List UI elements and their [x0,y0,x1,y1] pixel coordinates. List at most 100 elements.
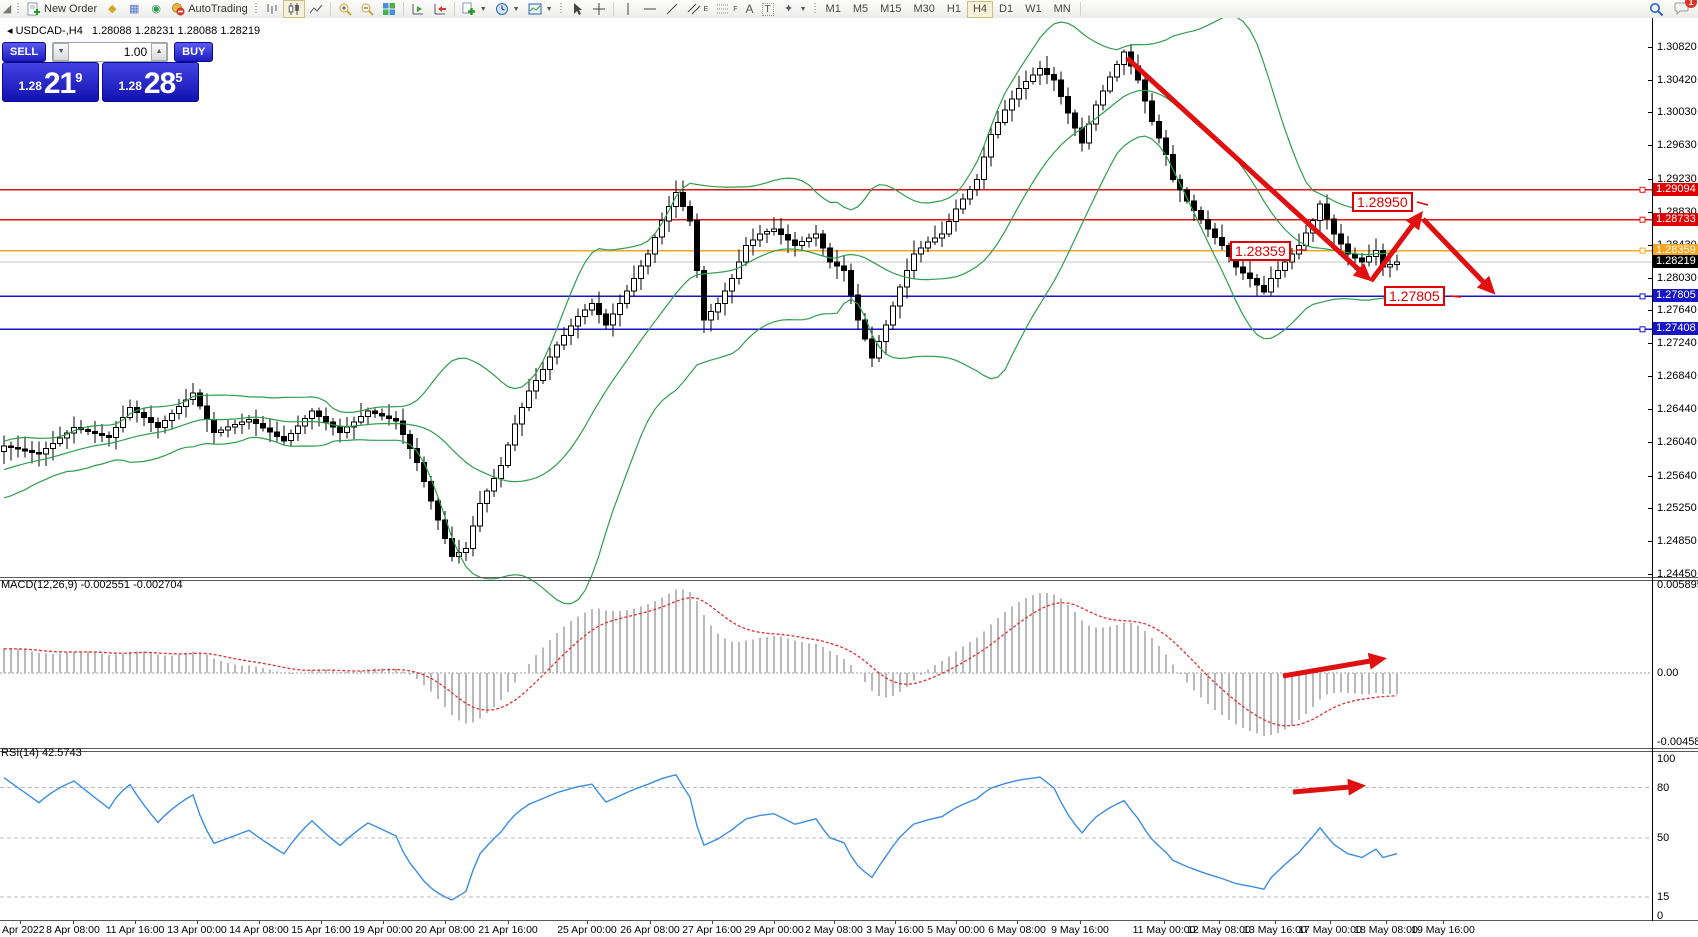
search-icon[interactable] [1649,2,1664,17]
price-level-badge: 1.27805 [1653,289,1698,302]
channel-icon [687,2,701,16]
time-axis-label: 29 Apr 00:00 [744,924,804,936]
chart-shift-button[interactable] [429,0,451,18]
cursor-tool-button[interactable] [566,0,588,18]
volume-down-button[interactable]: ▼ [53,43,69,61]
price-label-annotation[interactable]: 1.28359 [1230,241,1291,261]
crosshair-tool-button[interactable] [588,0,610,18]
channel-tool[interactable]: E [683,0,713,18]
timeframe-h1[interactable]: H1 [941,1,967,18]
market-button[interactable]: ◆ [101,0,123,18]
buy-price-big: 28 [144,69,175,99]
new-order-button[interactable]: New Order [23,0,101,18]
line-chart-button[interactable] [305,0,327,18]
panel-splitter[interactable] [0,577,1698,578]
price-axis-line [1652,18,1653,937]
sell-price-box[interactable]: 1.28 21 9 [2,62,99,102]
indicators-icon [462,2,476,16]
arrows-tool[interactable]: ✦▼ [778,0,811,18]
time-axis-label: Apr 2022 [2,924,45,936]
gold-ingot-icon: ◆ [105,2,119,16]
price-label-annotation[interactable]: 1.28950 [1352,192,1413,212]
time-axis-label: 8 Apr 08:00 [46,924,100,936]
time-axis-label: 6 May 08:00 [988,924,1046,936]
toolbar-grip [16,3,21,15]
timeframe-h4[interactable]: H4 [967,1,993,18]
fibonacci-tool[interactable]: F [712,0,741,18]
auto-scroll-button[interactable] [407,0,429,18]
fibonacci-tool-label: F [733,6,737,13]
dropdown-caret: ▼ [480,6,487,13]
buy-price-box[interactable]: 1.28 28 5 [102,62,199,102]
time-axis-label: 2 May 08:00 [805,924,863,936]
metaeditor-button[interactable]: ▦ [123,0,145,18]
timeframe-m30[interactable]: M30 [908,1,941,18]
price-level-badge: 1.28219 [1653,255,1698,268]
sell-button[interactable]: SELL [2,42,46,62]
price-tick-label: 1.24850 [1657,535,1697,547]
volume-spinner: ▼ 1.00 ▲ [52,42,168,62]
time-axis-label: 5 May 00:00 [927,924,985,936]
macd-axis-zero: 0.00 [1657,667,1678,679]
autotrading-button[interactable]: AutoTrading [167,0,252,18]
radar-icon: ◉ [149,2,163,16]
price-tick [1648,112,1652,113]
price-tick [1648,442,1652,443]
time-axis[interactable]: Apr 20228 Apr 08:0011 Apr 16:0013 Apr 00… [0,921,1698,937]
timeframe-d1[interactable]: D1 [993,1,1019,18]
arrows-icon: ✦ [782,2,796,16]
price-tick-label: 1.30030 [1657,106,1697,118]
price-level-badge: 1.28733 [1653,213,1698,226]
chart-ohlc-header: ◂ USDCAD-,H4 1.28088 1.28231 1.28088 1.2… [7,24,260,37]
chart-canvas[interactable] [0,18,1698,937]
horizontal-line-tool[interactable] [639,0,661,18]
macd-label: MACD(12,26,9) -0.002551 -0.002704 [1,579,183,591]
rsi-label: RSI(14) 42.5743 [1,747,82,759]
bar-chart-icon [265,2,279,16]
clock-icon [495,2,509,16]
notifications-button[interactable]: 1 [1674,1,1690,18]
periods-button[interactable]: ▼ [491,0,524,18]
timeframe-m1[interactable]: M1 [820,1,847,18]
timeframe-w1[interactable]: W1 [1019,1,1048,18]
toolbar-grip [254,3,259,15]
zoom-in-button[interactable] [334,0,356,18]
templates-button[interactable]: ▼ [524,0,557,18]
timeframe-mn[interactable]: MN [1048,1,1077,18]
price-label-annotation[interactable]: 1.27805 [1384,286,1445,306]
line-chart-icon [309,2,323,16]
toolbar-separator [330,2,331,16]
volume-value[interactable]: 1.00 [69,45,151,59]
price-tick-label: 1.26040 [1657,436,1697,448]
tile-windows-button[interactable] [378,0,400,18]
buy-price-sup: 5 [175,70,182,85]
volume-up-button[interactable]: ▲ [151,43,167,61]
text-label-tool[interactable]: T [758,0,778,18]
sell-price-big: 21 [44,69,75,99]
panel-splitter[interactable] [0,748,1698,749]
time-axis-label: 21 Apr 16:00 [478,924,538,936]
bar-chart-button[interactable] [261,0,283,18]
zoom-out-button[interactable] [356,0,378,18]
time-axis-label: 18 May 08:00 [1354,924,1418,936]
candlestick-chart-button[interactable] [283,0,305,18]
toolbar: ◢ New Order ◆ ▦ ◉ AutoTrading ▼ ▼ ▼ [0,0,1698,19]
text-tool[interactable]: A [741,0,757,18]
text-label-icon: T [762,3,774,16]
toolbar-grip [813,3,818,15]
trendline-tool[interactable] [661,0,683,18]
alerts-button[interactable]: ◉ [145,0,167,18]
price-tick [1648,409,1652,410]
price-tick-label: 1.29630 [1657,139,1697,151]
time-axis-label: 9 May 16:00 [1051,924,1109,936]
price-tick [1648,145,1652,146]
timeframe-m5[interactable]: M5 [847,1,874,18]
vertical-line-tool[interactable] [617,0,639,18]
price-tick [1648,245,1652,246]
indicators-button[interactable]: ▼ [458,0,491,18]
price-level-badge: 1.27408 [1653,322,1698,335]
timeframe-m15[interactable]: M15 [874,1,907,18]
buy-button[interactable]: BUY [174,42,213,62]
tile-windows-icon [382,2,396,16]
blue-editor-icon: ▦ [127,2,141,16]
